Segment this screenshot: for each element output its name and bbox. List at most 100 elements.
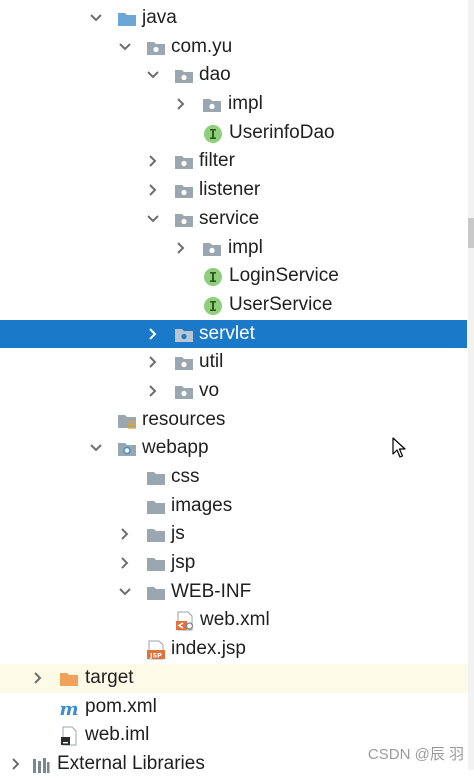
package-icon xyxy=(174,382,194,402)
tree-row-label: jsp xyxy=(171,552,196,574)
tree-row-label: index.jsp xyxy=(171,638,246,660)
mouse-pointer-icon xyxy=(392,437,408,459)
tree-row-label: pom.xml xyxy=(85,695,157,717)
tree-row-label: web.xml xyxy=(200,609,270,631)
tree-row-listener[interactable]: listener xyxy=(0,176,474,205)
chevron-right-icon[interactable] xyxy=(115,524,135,544)
tree-row-service[interactable]: service xyxy=(0,205,474,234)
chevron-right-icon[interactable] xyxy=(6,754,26,774)
tree-row-label: js xyxy=(171,523,185,545)
resources-folder-icon xyxy=(117,411,137,431)
xml-file-icon xyxy=(175,611,195,631)
folder-icon xyxy=(146,554,166,574)
package-icon xyxy=(174,152,194,172)
chevron-down-icon[interactable] xyxy=(86,8,106,28)
tree-row-com-yu[interactable]: com.yu xyxy=(0,33,474,62)
interface-icon xyxy=(203,124,223,144)
libraries-icon xyxy=(31,755,51,775)
chevron-down-icon[interactable] xyxy=(143,209,163,229)
tree-row-images[interactable]: images xyxy=(0,492,474,521)
tree-row-label: resources xyxy=(142,408,226,430)
tree-row-label: dao xyxy=(199,64,231,86)
package-icon xyxy=(202,95,222,115)
maven-icon: m xyxy=(59,698,79,718)
web-folder-icon xyxy=(117,439,137,459)
chevron-right-icon[interactable] xyxy=(143,352,163,372)
interface-icon xyxy=(203,296,223,316)
tree-row-css[interactable]: css xyxy=(0,463,474,492)
tree-row-label: listener xyxy=(199,179,261,201)
tree-row-dao-impl[interactable]: impl xyxy=(0,90,474,119)
tree-row-label: webapp xyxy=(142,437,209,459)
tree-row-vo[interactable]: vo xyxy=(0,377,474,406)
tree-row-label: service xyxy=(199,207,260,229)
chevron-right-icon[interactable] xyxy=(171,238,191,258)
folder-icon xyxy=(146,525,166,545)
tree-row-userservice[interactable]: UserService xyxy=(0,291,474,320)
chevron-right-icon[interactable] xyxy=(28,668,48,688)
tree-row-service-impl[interactable]: impl xyxy=(0,234,474,263)
tree-row-jsp[interactable]: jsp xyxy=(0,549,474,578)
svg-text:JSP: JSP xyxy=(149,652,162,660)
tree-row-label: UserinfoDao xyxy=(229,121,335,143)
interface-icon xyxy=(203,267,223,287)
chevron-down-icon[interactable] xyxy=(143,65,163,85)
chevron-down-icon[interactable] xyxy=(115,37,135,57)
chevron-right-icon[interactable] xyxy=(143,180,163,200)
chevron-right-icon[interactable] xyxy=(143,324,163,344)
tree-row-label: LoginService xyxy=(229,265,339,287)
chevron-right-icon[interactable] xyxy=(143,381,163,401)
tree-row-filter[interactable]: filter xyxy=(0,147,474,176)
tree-row-label: External Libraries xyxy=(57,752,205,774)
tree-row-label: java xyxy=(142,7,177,28)
package-icon xyxy=(146,38,166,58)
tree-row-label: css xyxy=(171,466,200,487)
jsp-file-icon: JSP xyxy=(146,640,166,660)
tree-row-label: impl xyxy=(228,93,263,115)
tree-row-web-inf[interactable]: WEB-INF xyxy=(0,578,474,607)
tree-row-label: impl xyxy=(228,236,263,258)
iml-file-icon xyxy=(59,726,79,746)
excluded-folder-icon xyxy=(59,669,79,689)
tree-row-loginservice[interactable]: LoginService xyxy=(0,262,474,291)
chevron-right-icon[interactable] xyxy=(115,553,135,573)
vertical-scrollbar[interactable] xyxy=(468,0,474,770)
chevron-right-icon[interactable] xyxy=(143,151,163,171)
tree-row-label: target xyxy=(85,666,134,688)
package-icon xyxy=(174,66,194,86)
folder-icon xyxy=(146,583,166,603)
tree-row-userinfodao[interactable]: UserinfoDao xyxy=(0,119,474,148)
chevron-down-icon[interactable] xyxy=(115,582,135,602)
tree-row-resources[interactable]: resources xyxy=(0,406,474,435)
tree-row-label: util xyxy=(199,351,224,373)
tree-row-label: images xyxy=(171,494,233,516)
folder-icon xyxy=(146,497,166,517)
tree-row-dao[interactable]: dao xyxy=(0,61,474,90)
tree-row-util[interactable]: util xyxy=(0,348,474,377)
folder-icon xyxy=(146,468,166,488)
scrollbar-thumb[interactable] xyxy=(468,218,474,248)
svg-text:m: m xyxy=(59,699,78,718)
tree-row-label: UserService xyxy=(229,293,333,315)
tree-row-index-jsp[interactable]: JSP index.jsp xyxy=(0,635,474,664)
tree-row-label: com.yu xyxy=(171,35,233,57)
watermark: CSDN @辰 羽 xyxy=(367,746,464,763)
chevron-right-icon[interactable] xyxy=(171,94,191,114)
tree-row-servlet[interactable]: servlet xyxy=(0,319,467,349)
tree-row-label: filter xyxy=(199,150,235,172)
project-tree: java com.yu dao impl UserinfoDao filter … xyxy=(0,4,474,779)
tree-row-target[interactable]: target xyxy=(0,663,474,693)
tree-row-web-xml[interactable]: web.xml xyxy=(0,606,474,635)
source-folder-icon xyxy=(117,9,137,29)
package-icon xyxy=(174,353,194,373)
tree-row-label: servlet xyxy=(199,322,255,344)
package-icon xyxy=(202,239,222,259)
package-icon xyxy=(174,181,194,201)
package-icon xyxy=(174,325,194,345)
tree-row-pom-xml[interactable]: m pom.xml xyxy=(0,693,474,722)
chevron-down-icon[interactable] xyxy=(86,438,106,458)
tree-row-java[interactable]: java xyxy=(0,4,474,33)
tree-row-js[interactable]: js xyxy=(0,520,474,549)
tree-row-label: WEB-INF xyxy=(171,580,252,602)
package-icon xyxy=(174,210,194,230)
